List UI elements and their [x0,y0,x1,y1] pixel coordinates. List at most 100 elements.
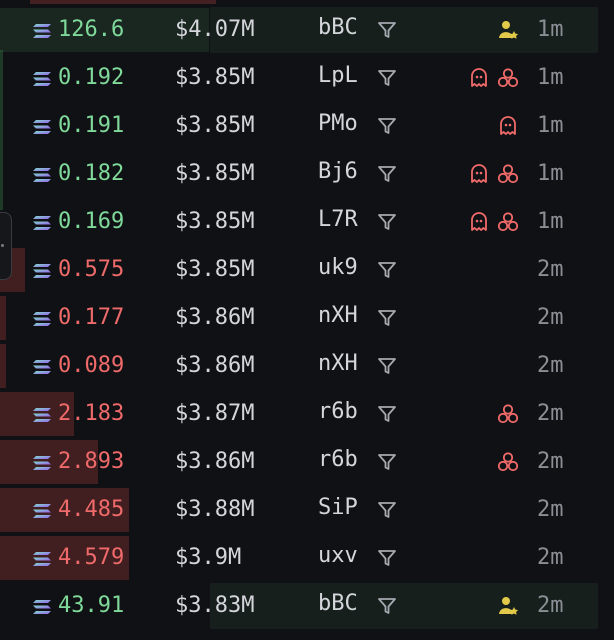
trade-age: 1m [537,113,564,138]
trade-age: 2m [537,545,564,570]
trade-amount: 0.575 [58,257,125,282]
trade-row[interactable]: 0.182 $3.85M Bj6 1m [0,150,614,198]
maker-address[interactable]: PMo [318,110,358,138]
ghost-icon [468,67,490,89]
filter-icon[interactable] [377,596,397,616]
filter-icon[interactable] [377,308,397,328]
solana-icon [33,119,51,134]
dev-icon [497,19,519,41]
trade-row[interactable]: 0.089 $3.86M nXH 2m [0,342,614,390]
trade-row[interactable]: 2.893 $3.86M r6b 2m [0,438,614,486]
maker-address[interactable]: r6b [318,446,358,474]
filter-icon[interactable] [377,452,397,472]
trade-age: 2m [537,401,564,426]
maker-address[interactable]: bBC [318,14,358,42]
ghost-icon [468,163,490,185]
maker-address[interactable]: SiP [318,494,358,522]
solana-icon [33,455,51,470]
solana-icon [33,311,51,326]
maker-address[interactable]: nXH [318,350,358,378]
bundle-icon [497,67,519,89]
maker-address[interactable]: L7R [318,206,358,234]
bundle-icon [497,451,519,473]
market-cap: $3.86M [175,305,255,330]
trade-row[interactable]: 43.91 $3.83M bBC 2m [0,582,614,630]
solana-icon [33,23,51,38]
maker-address[interactable]: nXH [318,302,358,330]
market-cap: $3.83M [175,593,255,618]
bundle-icon [497,163,519,185]
previous-row-volume-bar [30,0,216,4]
maker-address[interactable]: Bj6 [318,158,358,186]
market-cap: $3.86M [175,449,255,474]
filter-icon[interactable] [377,404,397,424]
trade-row[interactable]: 4.485 $3.88M SiP 2m [0,486,614,534]
filter-icon[interactable] [377,500,397,520]
filter-icon[interactable] [377,548,397,568]
ghost-icon [468,211,490,233]
trade-row[interactable]: 4.579 $3.9M uxv 2m [0,534,614,582]
solana-icon [33,599,51,614]
market-cap: $3.85M [175,209,255,234]
market-cap: $3.86M [175,353,255,378]
solana-icon [33,407,51,422]
trade-amount: 0.177 [58,305,125,330]
trade-amount: 4.579 [58,545,125,570]
bundle-icon [497,403,519,425]
filter-icon[interactable] [377,116,397,136]
maker-address[interactable]: LpL [318,62,358,90]
market-cap: $3.85M [175,161,255,186]
trade-row[interactable]: 2.183 $3.87M r6b 2m [0,390,614,438]
trade-amount: 0.182 [58,161,125,186]
trade-row[interactable]: 0.169 $3.85M L7R 1m [0,198,614,246]
ghost-icon [497,115,519,137]
solana-icon [33,263,51,278]
volume-bar [0,296,7,340]
trade-amount: 126.6 [58,17,125,42]
solana-icon [33,551,51,566]
volume-bar [0,344,7,388]
trade-amount: 0.089 [58,353,125,378]
filter-icon[interactable] [377,20,397,40]
solana-icon [33,215,51,230]
market-cap: $3.88M [175,497,255,522]
trade-row[interactable]: 0.575 $3.85M uk9 2m [0,246,614,294]
trade-row[interactable]: 126.6 $4.07M bBC 1m [0,6,614,54]
solana-icon [33,359,51,374]
trade-row[interactable]: 0.192 $3.85M LpL 1m [0,54,614,102]
trade-age: 2m [537,497,564,522]
trade-age: 1m [537,161,564,186]
trades-table: 126.6 $4.07M bBC 1m 0.192 $3.85M LpL 1m 0.19… [0,6,614,630]
maker-address[interactable]: uk9 [318,254,358,282]
market-cap: $3.9M [175,545,242,570]
trade-age: 2m [537,353,564,378]
trade-amount: 0.169 [58,209,125,234]
trade-amount: 4.485 [58,497,125,522]
filter-icon[interactable] [377,260,397,280]
trade-age: 2m [537,257,564,282]
solana-icon [33,167,51,182]
maker-address[interactable]: uxv [318,542,358,570]
trade-row[interactable]: 0.191 $3.85M PMo 1m [0,102,614,150]
filter-icon[interactable] [377,212,397,232]
bundle-icon [497,211,519,233]
trade-age: 2m [537,593,564,618]
trade-amount: 0.191 [58,113,125,138]
filter-icon[interactable] [377,68,397,88]
trade-amount: 43.91 [58,593,125,618]
market-cap: $3.87M [175,401,255,426]
maker-address[interactable]: bBC [318,590,358,618]
market-cap: $4.07M [175,17,255,42]
filter-icon[interactable] [377,164,397,184]
trade-age: 1m [537,65,564,90]
trade-age: 2m [537,449,564,474]
market-cap: $3.85M [175,65,255,90]
trade-age: 1m [537,17,564,42]
maker-address[interactable]: r6b [318,398,358,426]
filter-icon[interactable] [377,356,397,376]
trade-age: 2m [537,305,564,330]
trade-amount: 0.192 [58,65,125,90]
collapse-panel-handle[interactable] [0,212,12,280]
trade-row[interactable]: 0.177 $3.86M nXH 2m [0,294,614,342]
market-cap: $3.85M [175,257,255,282]
